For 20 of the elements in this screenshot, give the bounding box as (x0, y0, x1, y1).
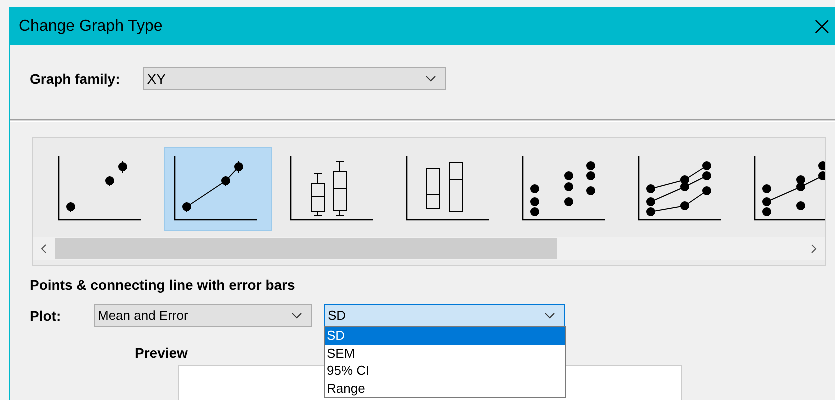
scroll-right-icon[interactable] (811, 244, 817, 254)
preview-label: Preview (135, 345, 188, 361)
scroll-left-icon[interactable] (41, 244, 47, 254)
graph-family-label: Graph family: (30, 70, 120, 86)
chevron-down-icon (426, 76, 436, 82)
close-button[interactable]: × (809, 14, 835, 40)
graph-type-option[interactable] (164, 147, 272, 231)
graph-family-dropdown[interactable]: XY (143, 67, 446, 90)
dropdown-option[interactable]: SEM (325, 344, 565, 362)
chevron-down-icon (545, 312, 555, 318)
window-title: Change Graph Type (19, 18, 163, 36)
dropdown-option[interactable]: Range (325, 380, 565, 397)
plot-type-dropdown[interactable]: Mean and Error (94, 304, 312, 327)
graph-type-caption: Points & connecting line with error bars (29, 276, 296, 293)
dropdown-option[interactable]: SD (325, 327, 565, 344)
error-type-dropdown[interactable]: SD (324, 304, 565, 327)
plot-label: Plot: (30, 307, 62, 324)
scrollbar-thumb[interactable] (55, 238, 557, 259)
chevron-down-icon (292, 312, 302, 318)
dropdown-option[interactable]: 95% CI (325, 362, 565, 380)
